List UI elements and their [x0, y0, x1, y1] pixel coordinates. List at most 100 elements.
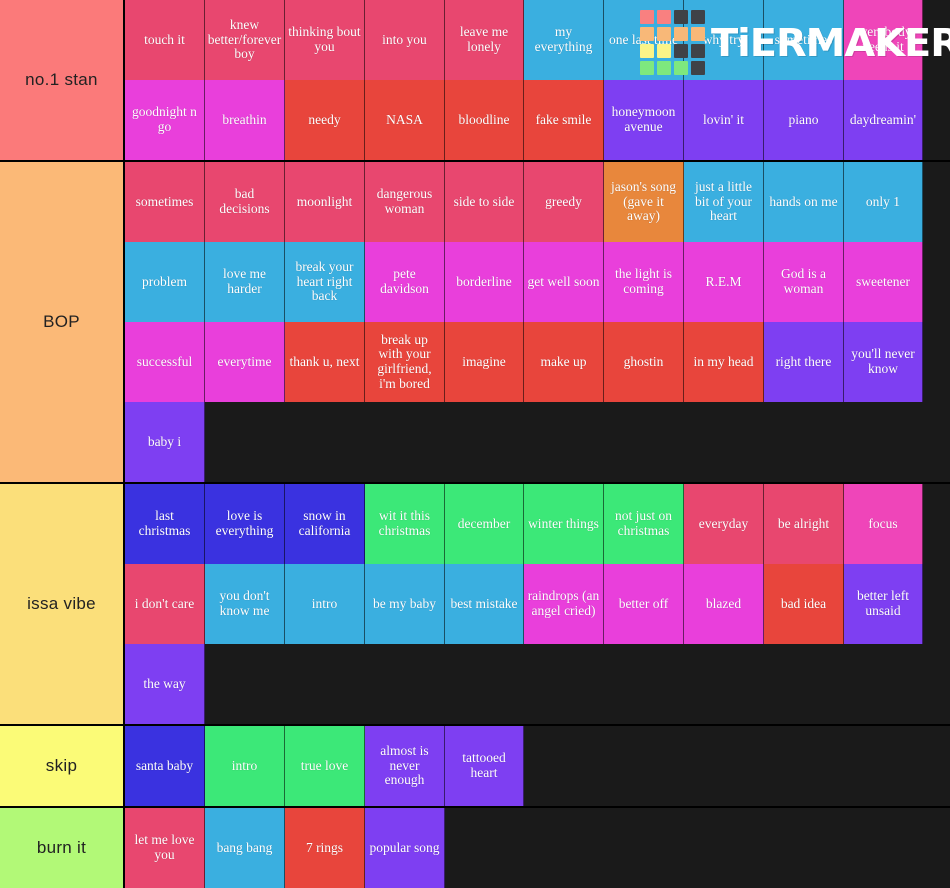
tier-item[interactable]: better off — [604, 564, 684, 644]
tier-item[interactable]: borderline — [445, 242, 524, 322]
tier-item[interactable]: knew better/forever boy — [205, 0, 285, 80]
tier-item[interactable]: successful — [125, 322, 205, 402]
tier-item[interactable]: my everything — [524, 0, 604, 80]
tier-item[interactable]: true love — [285, 726, 365, 806]
tier-item[interactable]: ghostin — [604, 322, 684, 402]
tier-item[interactable]: in my head — [684, 322, 764, 402]
tier-item[interactable]: tattooed heart — [445, 726, 524, 806]
tier-item[interactable]: be my baby — [365, 564, 445, 644]
tier-item[interactable]: let me love you — [125, 808, 205, 888]
tier-item[interactable]: breathin — [205, 80, 285, 160]
tier-item[interactable]: better left unsaid — [844, 564, 923, 644]
tier-item[interactable]: i don't care — [125, 564, 205, 644]
tier-item[interactable]: needy — [285, 80, 365, 160]
tier-item[interactable]: get well soon — [524, 242, 604, 322]
tier-item[interactable]: intro — [285, 564, 365, 644]
tier-item[interactable]: december — [445, 484, 524, 564]
tier-label[interactable]: skip — [0, 726, 125, 806]
tier-item[interactable]: sometimes — [125, 162, 205, 242]
empty-slot[interactable] — [923, 162, 950, 242]
tier-item[interactable]: leave me lonely — [445, 0, 524, 80]
tier-item[interactable]: why try — [684, 0, 764, 80]
tier-item[interactable]: the light is coming — [604, 242, 684, 322]
tier-item[interactable]: last christmas — [125, 484, 205, 564]
empty-slot[interactable] — [923, 242, 950, 322]
empty-slot[interactable] — [923, 484, 950, 564]
tier-label[interactable]: BOP — [0, 162, 125, 482]
tier-item[interactable]: lovin' it — [684, 80, 764, 160]
tier-item[interactable]: not just on christmas — [604, 484, 684, 564]
tier-item[interactable]: everyday — [684, 484, 764, 564]
tier-item[interactable]: focus — [844, 484, 923, 564]
tier-item[interactable]: problem — [125, 242, 205, 322]
tier-item[interactable]: bang bang — [205, 808, 285, 888]
tier-item[interactable]: wit it this christmas — [365, 484, 445, 564]
tier-item[interactable]: one last time — [604, 0, 684, 80]
tier-item[interactable]: bloodline — [445, 80, 524, 160]
tier-item[interactable]: greedy — [524, 162, 604, 242]
empty-slot[interactable] — [923, 322, 950, 402]
tier-item[interactable]: right there — [764, 322, 844, 402]
tier-item[interactable]: hands on me — [764, 162, 844, 242]
tier-item[interactable]: santa baby — [125, 726, 205, 806]
tier-item[interactable]: touch it — [125, 0, 205, 80]
tier-item[interactable]: love is everything — [205, 484, 285, 564]
tier-item[interactable]: R.E.M — [684, 242, 764, 322]
tier-item[interactable]: just a little bit of your heart — [684, 162, 764, 242]
tier-item[interactable]: winter things — [524, 484, 604, 564]
tier-item[interactable]: popular song — [365, 808, 445, 888]
tier-label[interactable]: burn it — [0, 808, 125, 888]
tier-item[interactable]: bad decisions — [205, 162, 285, 242]
tier-item[interactable]: be alright — [764, 484, 844, 564]
tier-item[interactable]: only 1 — [844, 162, 923, 242]
tier-item[interactable]: best mistake — [445, 564, 524, 644]
empty-slot[interactable] — [923, 80, 950, 160]
tier-item[interactable]: everytime — [205, 322, 285, 402]
tier-item[interactable]: blazed — [684, 564, 764, 644]
empty-slot[interactable] — [923, 0, 950, 80]
tier-items-area[interactable]: let me love you bang bang 7 rings popular s… — [125, 808, 950, 888]
empty-slot[interactable] — [445, 808, 950, 888]
tier-item[interactable]: raindrops (an angel cried) — [524, 564, 604, 644]
tier-item[interactable]: God is a woman — [764, 242, 844, 322]
tier-item[interactable]: into you — [365, 0, 445, 80]
tier-item[interactable]: almost is never enough — [365, 726, 445, 806]
tier-item[interactable]: the way — [125, 644, 205, 724]
empty-slot[interactable] — [923, 564, 950, 644]
tier-item[interactable]: piano — [764, 80, 844, 160]
tier-item[interactable]: break your heart right back — [285, 242, 365, 322]
tier-item[interactable]: sometimes — [764, 0, 844, 80]
tier-item[interactable]: goodnight n go — [125, 80, 205, 160]
tier-item[interactable]: NASA — [365, 80, 445, 160]
tier-item[interactable]: bad idea — [764, 564, 844, 644]
tier-item[interactable]: pete davidson — [365, 242, 445, 322]
tier-label[interactable]: no.1 stan — [0, 0, 125, 160]
tier-item[interactable]: 7 rings — [285, 808, 365, 888]
tier-item[interactable]: thinking bout you — [285, 0, 365, 80]
tier-item[interactable]: honeymoon avenue — [604, 80, 684, 160]
tier-item[interactable]: thank u, next — [285, 322, 365, 402]
tier-item[interactable]: sweetener — [844, 242, 923, 322]
tier-items-area[interactable]: santa baby intro true love almost is never … — [125, 726, 950, 806]
empty-slot[interactable] — [205, 644, 950, 724]
tier-item[interactable]: fake smile — [524, 80, 604, 160]
tier-item[interactable]: moonlight — [285, 162, 365, 242]
tier-item[interactable]: you don't know me — [205, 564, 285, 644]
tier-item[interactable]: everybody needs it — [844, 0, 923, 80]
empty-slot[interactable] — [205, 402, 950, 482]
tier-item[interactable]: love me harder — [205, 242, 285, 322]
tier-item[interactable]: imagine — [445, 322, 524, 402]
tier-items-area[interactable]: touch it knew better/forever boy thinking … — [125, 0, 950, 160]
empty-slot[interactable] — [524, 726, 950, 806]
tier-item[interactable]: you'll never know — [844, 322, 923, 402]
tier-item[interactable]: dangerous woman — [365, 162, 445, 242]
tier-item[interactable]: side to side — [445, 162, 524, 242]
tier-item[interactable]: snow in california — [285, 484, 365, 564]
tier-item[interactable]: jason's song (gave it away) — [604, 162, 684, 242]
tier-items-area[interactable]: last christmas love is everything snow in … — [125, 484, 950, 724]
tier-item[interactable]: break up with your girlfriend, i'm bored — [365, 322, 445, 402]
tier-item[interactable]: intro — [205, 726, 285, 806]
tier-item[interactable]: make up — [524, 322, 604, 402]
tier-item[interactable]: baby i — [125, 402, 205, 482]
tier-label[interactable]: issa vibe — [0, 484, 125, 724]
